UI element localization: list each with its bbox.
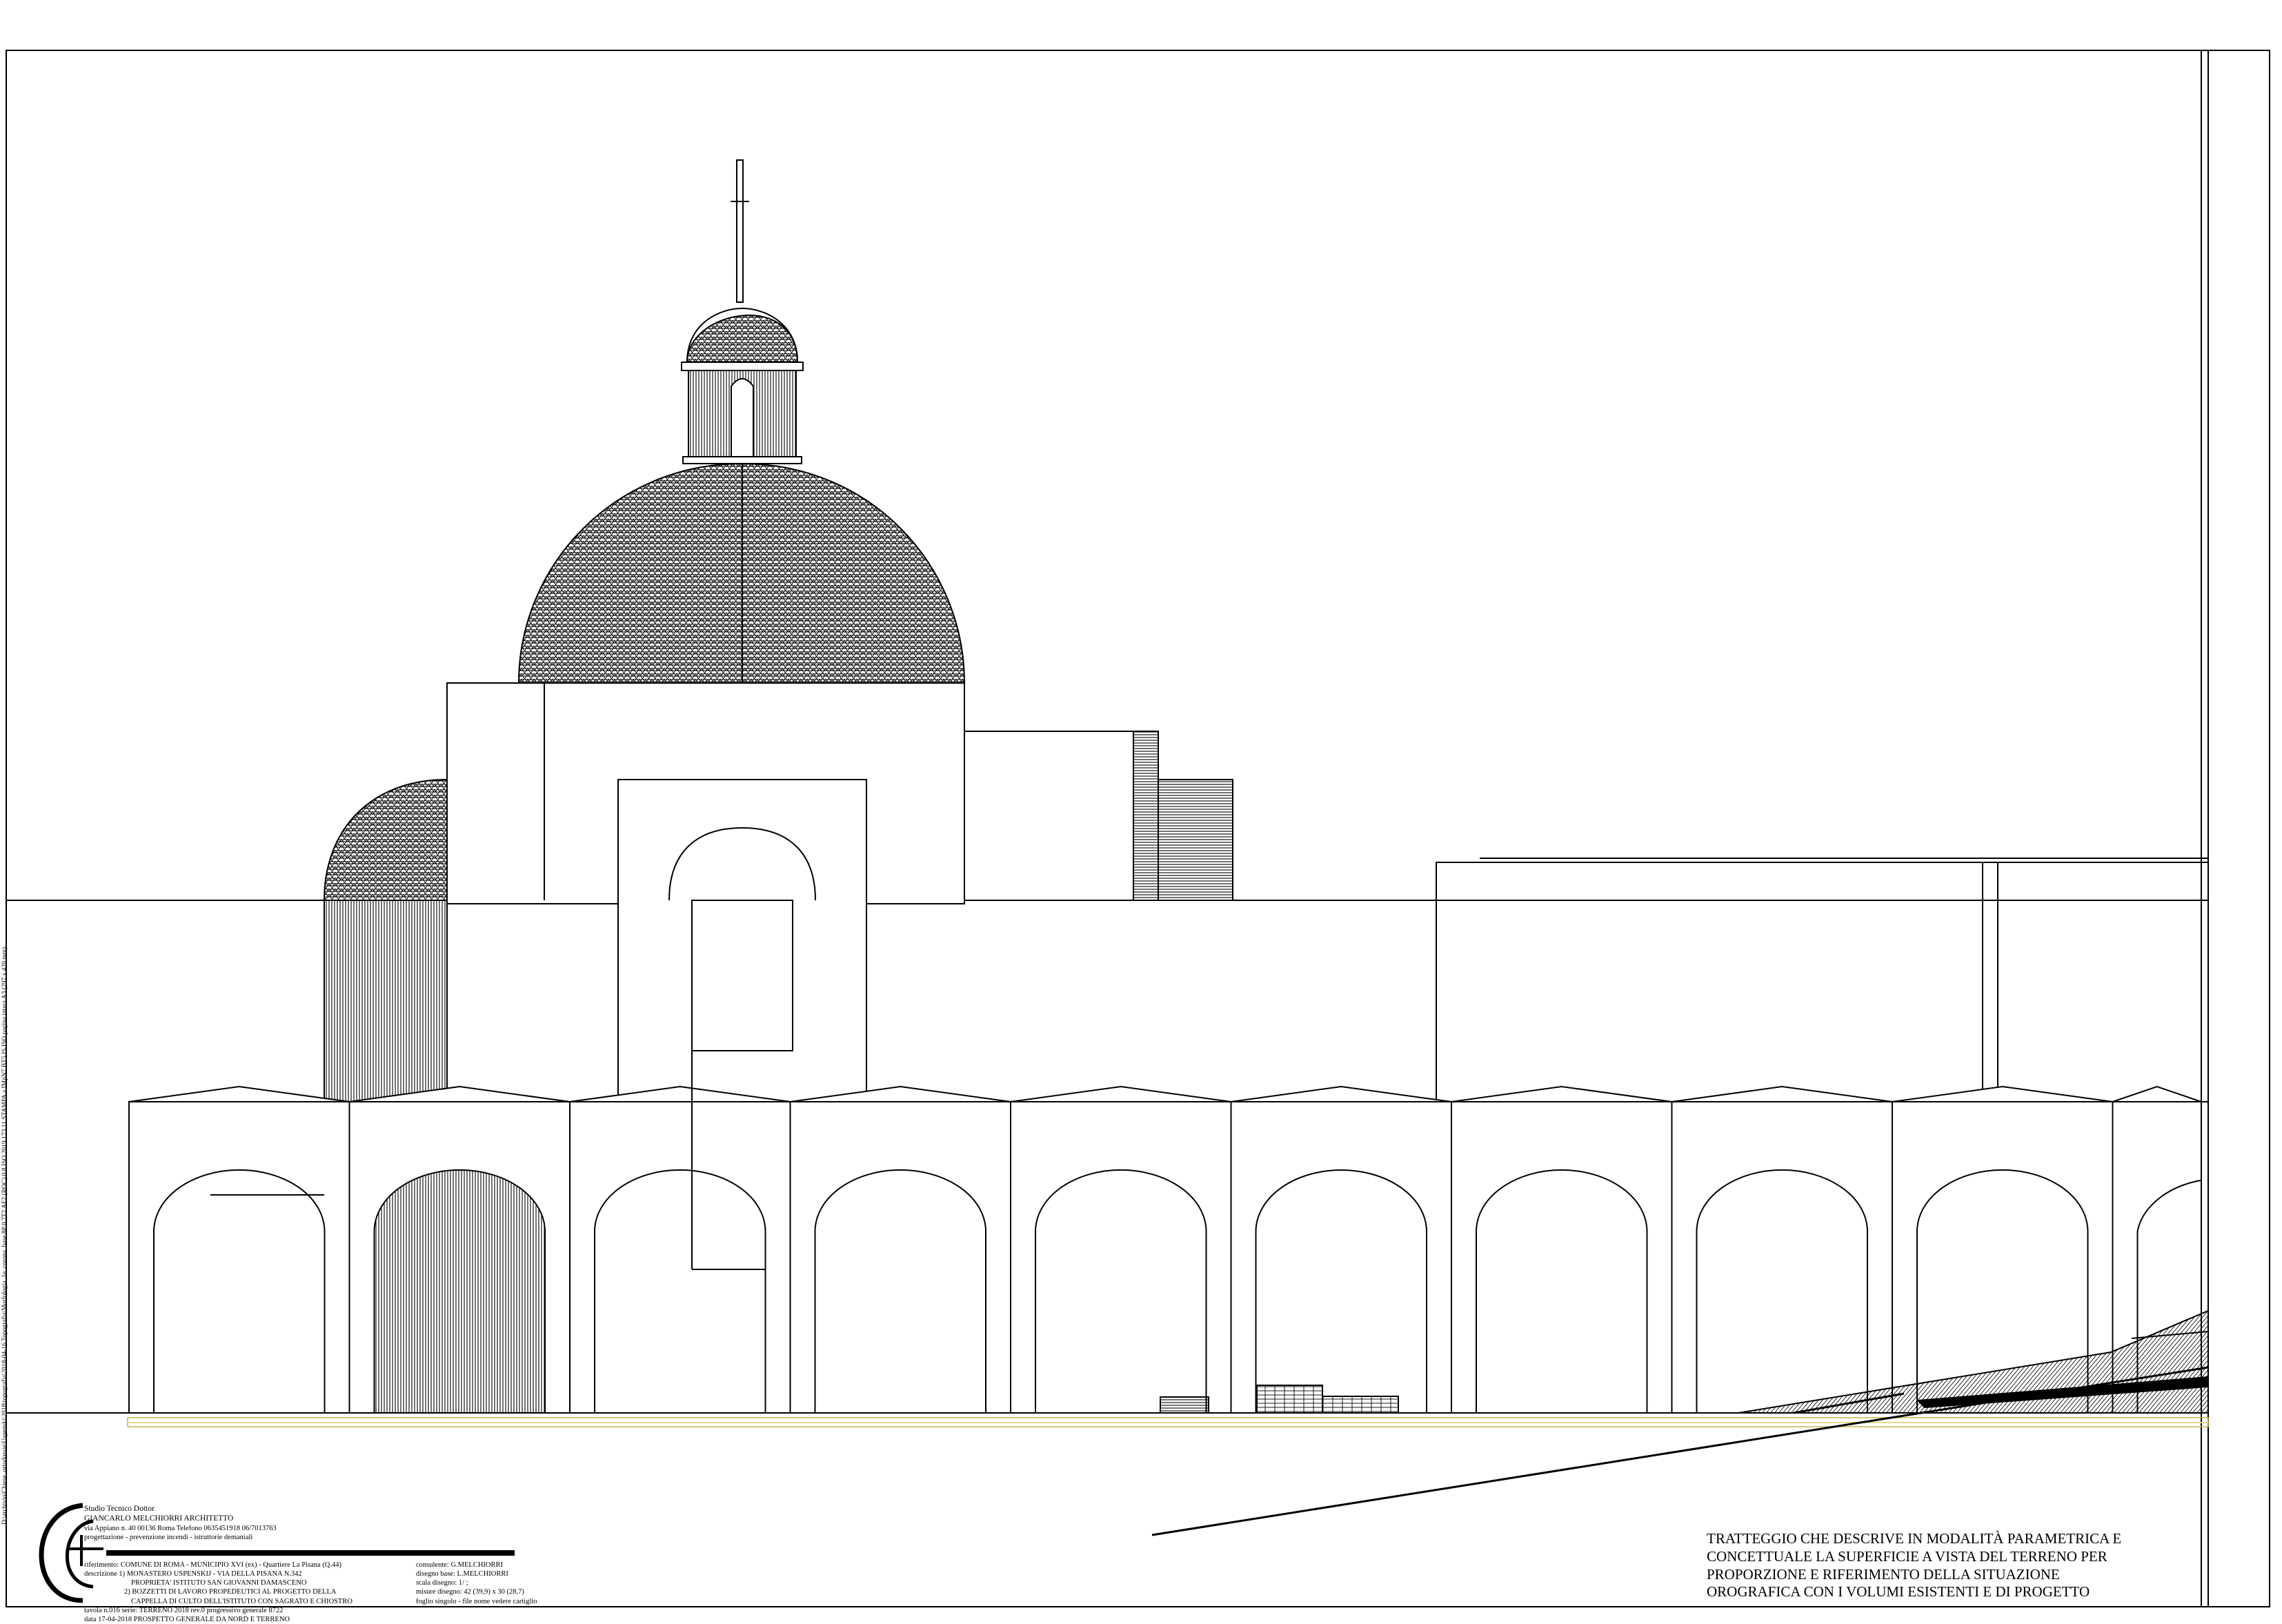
arcade-bay <box>1010 1101 1232 1414</box>
descrizione: descrizione 1) MONASTERO USPENSKIJ - VIA… <box>84 1570 302 1578</box>
arcade-arch <box>814 1169 986 1413</box>
side-dome <box>323 778 448 901</box>
bozzetti-line-2: CAPPELLA DI CULTO DELL'ISTITUTO CON SAGR… <box>131 1597 353 1605</box>
note-line: OROGRAFICA CON I VOLUMI ESISTENTI E DI P… <box>1707 1583 2090 1601</box>
lantern-base <box>682 456 802 464</box>
file-path-note: D:\archivio\Chiese_ortodossie\Uspenski\2… <box>1 947 8 1525</box>
bozzetti-line-1: 2) BOZZETTI DI LAVORO PROPEDEUTICI AL PR… <box>124 1588 337 1596</box>
side-drum <box>324 900 448 1102</box>
arcade-arch <box>1255 1169 1427 1413</box>
note-line: TRATTEGGIO CHE DESCRIVE IN MODALITÀ PARA… <box>1707 1530 2122 1547</box>
right-wing-annex <box>1158 779 1233 901</box>
arcade-arch <box>153 1169 326 1413</box>
arcade-arch <box>373 1169 546 1413</box>
cloister-arcade <box>128 1051 2209 1414</box>
arcade-arch <box>1476 1169 1648 1413</box>
studio-services: progettazione - prevenzione incendi - is… <box>84 1533 253 1541</box>
arcade-bay <box>128 1101 350 1414</box>
arcade-arch <box>1035 1169 1207 1413</box>
scala: scala disegno: 1/ ; <box>416 1579 468 1587</box>
arcade-roof-gable <box>1010 1085 1231 1102</box>
arcade-bay <box>1671 1101 1893 1414</box>
lantern-cornice <box>681 362 804 371</box>
arcade-arch <box>594 1169 766 1413</box>
cross-spire <box>736 159 744 303</box>
consulente: consulente: G.MELCHIORRI <box>416 1561 503 1569</box>
arcade-bay <box>1230 1101 1452 1414</box>
arcade-roof-gable <box>1451 1085 1672 1102</box>
arcade-bay <box>569 1101 791 1414</box>
arcade-roof-gable <box>2112 1085 2202 1102</box>
arcade-bay <box>1451 1101 1673 1414</box>
arcade-bay <box>789 1101 1011 1414</box>
disegno-base: disegno base: L.MELCHIORRI <box>416 1570 508 1578</box>
proprieta: PROPRIETA' ISTITUTO SAN GIOVANNI DAMASCE… <box>131 1579 307 1587</box>
arcade-roof-gable <box>128 1085 350 1102</box>
arcade-roof-gable <box>1671 1085 1893 1102</box>
studio-address: via Appiano n. 40 00136 Roma Telefono 06… <box>84 1524 277 1532</box>
note-line: CONCETTUALE LA SUPERFICIE A VISTA DEL TE… <box>1707 1547 2107 1565</box>
title-block-right: consulente: G.MELCHIORRI disegno base: L… <box>416 1561 537 1606</box>
architectural-elevation-drawing <box>6 50 2270 1607</box>
studio-architect: GIANCARLO MELCHIORRI ARCHITETTO <box>84 1514 234 1523</box>
arcade-roof-gable <box>1231 1085 1452 1102</box>
small-steps <box>1160 1396 1209 1414</box>
right-volume <box>1436 862 2209 1102</box>
misure: misure disegno: 42 (39,9) x 30 (28,7) <box>416 1588 524 1596</box>
arcade-roof-gable <box>1892 1085 2113 1102</box>
arcade-arch <box>1696 1169 1868 1413</box>
right-wing-block <box>964 731 1134 901</box>
studio-name: Studio Tecnico Dottor <box>84 1505 155 1513</box>
studio-info: Studio Tecnico Dottor GIANCARLO MELCHIOR… <box>84 1504 277 1542</box>
riferimento: riferimento: COMUNE DI ROMA - MUNICIPIO … <box>84 1561 341 1569</box>
data-line: data 17-04-2018 PROSPETTO GENERALE DA NO… <box>84 1615 290 1623</box>
title-block-left: riferimento: COMUNE DI ROMA - MUNICIPIO … <box>84 1561 353 1624</box>
right-wing-hatch <box>1133 731 1159 901</box>
tavola: tavola n.016 serie: TERRENO 2018 rev.0 p… <box>84 1606 284 1614</box>
title-block-rule <box>106 1550 515 1556</box>
foglio: foglio singolo - file nome vedere cartig… <box>416 1597 537 1605</box>
terrain-hatch-note: TRATTEGGIO CHE DESCRIVE IN MODALITÀ PARA… <box>1707 1530 2121 1601</box>
studio-logo <box>39 1503 83 1603</box>
lantern-window <box>731 378 754 457</box>
steps-hatch <box>1256 1385 1323 1414</box>
note-line: PROPORZIONE E RIFERIMENTO DELLA SITUAZIO… <box>1707 1565 2060 1583</box>
